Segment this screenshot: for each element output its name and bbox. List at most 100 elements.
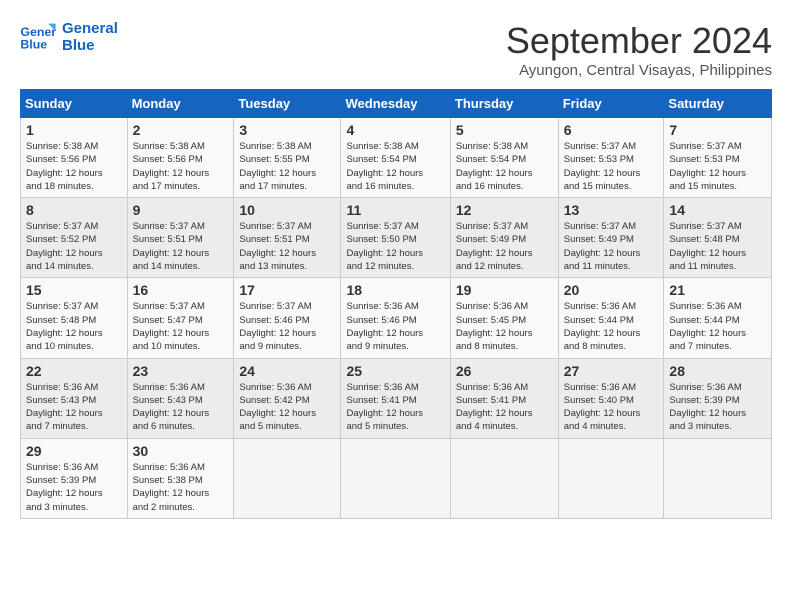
day-number: 16 (133, 282, 229, 298)
calendar-cell (341, 438, 450, 518)
day-info: Sunrise: 5:37 AM Sunset: 5:53 PM Dayligh… (564, 140, 659, 193)
header-friday: Friday (558, 90, 664, 118)
day-number: 10 (239, 202, 335, 218)
calendar-cell: 10Sunrise: 5:37 AM Sunset: 5:51 PM Dayli… (234, 198, 341, 278)
day-info: Sunrise: 5:36 AM Sunset: 5:46 PM Dayligh… (346, 300, 444, 353)
day-info: Sunrise: 5:37 AM Sunset: 5:53 PM Dayligh… (669, 140, 766, 193)
calendar-cell: 4 Sunrise: 5:38 AM Sunset: 5:54 PM Daylig… (341, 118, 450, 198)
logo-icon: General Blue (20, 22, 56, 52)
day-info: Sunrise: 5:37 AM Sunset: 5:46 PM Dayligh… (239, 300, 335, 353)
header: General Blue General Blue September 2024… (20, 20, 772, 79)
calendar-cell: 22Sunrise: 5:36 AM Sunset: 5:43 PM Dayli… (21, 358, 128, 438)
day-info: Sunrise: 5:36 AM Sunset: 5:41 PM Dayligh… (456, 381, 553, 434)
calendar-cell: 20 Sunrise: 5:36 AM Sunset: 5:44 PM Dayli… (558, 278, 664, 358)
day-number: 20 (564, 282, 659, 298)
day-number: 18 (346, 282, 444, 298)
day-number: 19 (456, 282, 553, 298)
calendar-cell: 5Sunrise: 5:38 AM Sunset: 5:54 PM Daylig… (450, 118, 558, 198)
calendar-cell: 26 Sunrise: 5:36 AM Sunset: 5:41 PM Dayli… (450, 358, 558, 438)
day-info: Sunrise: 5:37 AM Sunset: 5:48 PM Dayligh… (669, 220, 766, 273)
day-number: 28 (669, 363, 766, 379)
header-monday: Monday (127, 90, 234, 118)
calendar-week-2: 15Sunrise: 5:37 AM Sunset: 5:48 PM Dayli… (21, 278, 772, 358)
day-number: 30 (133, 443, 229, 459)
day-info: Sunrise: 5:36 AM Sunset: 5:43 PM Dayligh… (26, 381, 122, 434)
svg-text:Blue: Blue (20, 37, 47, 51)
day-info: Sunrise: 5:37 AM Sunset: 5:51 PM Dayligh… (133, 220, 229, 273)
calendar-cell: 23 Sunrise: 5:36 AM Sunset: 5:43 PM Dayli… (127, 358, 234, 438)
day-info: Sunrise: 5:38 AM Sunset: 5:56 PM Dayligh… (26, 140, 122, 193)
day-number: 23 (133, 363, 229, 379)
day-info: Sunrise: 5:37 AM Sunset: 5:47 PM Dayligh… (133, 300, 229, 353)
calendar-cell: 11 Sunrise: 5:37 AM Sunset: 5:50 PM Dayli… (341, 198, 450, 278)
calendar-cell (558, 438, 664, 518)
day-number: 26 (456, 363, 553, 379)
day-info: Sunrise: 5:36 AM Sunset: 5:39 PM Dayligh… (26, 461, 122, 514)
day-number: 8 (26, 202, 122, 218)
header-sunday: Sunday (21, 90, 128, 118)
day-number: 27 (564, 363, 659, 379)
logo: General Blue General Blue (20, 20, 118, 54)
calendar-cell: 28 Sunrise: 5:36 AM Sunset: 5:39 PM Dayli… (664, 358, 772, 438)
day-number: 11 (346, 202, 444, 218)
header-saturday: Saturday (664, 90, 772, 118)
calendar-week-0: 1 Sunrise: 5:38 AM Sunset: 5:56 PM Daylig… (21, 118, 772, 198)
calendar-cell: 7 Sunrise: 5:37 AM Sunset: 5:53 PM Daylig… (664, 118, 772, 198)
calendar-cell: 12Sunrise: 5:37 AM Sunset: 5:49 PM Dayli… (450, 198, 558, 278)
calendar-cell: 27Sunrise: 5:36 AM Sunset: 5:40 PM Dayli… (558, 358, 664, 438)
day-info: Sunrise: 5:36 AM Sunset: 5:44 PM Dayligh… (564, 300, 659, 353)
day-info: Sunrise: 5:36 AM Sunset: 5:42 PM Dayligh… (239, 381, 335, 434)
calendar-cell (664, 438, 772, 518)
calendar-cell: 16 Sunrise: 5:37 AM Sunset: 5:47 PM Dayli… (127, 278, 234, 358)
day-info: Sunrise: 5:36 AM Sunset: 5:38 PM Dayligh… (133, 461, 229, 514)
day-info: Sunrise: 5:37 AM Sunset: 5:49 PM Dayligh… (456, 220, 553, 273)
day-number: 7 (669, 122, 766, 138)
day-info: Sunrise: 5:37 AM Sunset: 5:52 PM Dayligh… (26, 220, 122, 273)
calendar-cell: 29 Sunrise: 5:36 AM Sunset: 5:39 PM Dayli… (21, 438, 128, 518)
day-info: Sunrise: 5:36 AM Sunset: 5:45 PM Dayligh… (456, 300, 553, 353)
day-number: 25 (346, 363, 444, 379)
calendar-cell: 18 Sunrise: 5:36 AM Sunset: 5:46 PM Dayli… (341, 278, 450, 358)
day-info: Sunrise: 5:37 AM Sunset: 5:48 PM Dayligh… (26, 300, 122, 353)
calendar-cell (234, 438, 341, 518)
day-number: 4 (346, 122, 444, 138)
day-info: Sunrise: 5:37 AM Sunset: 5:50 PM Dayligh… (346, 220, 444, 273)
calendar-cell: 15Sunrise: 5:37 AM Sunset: 5:48 PM Dayli… (21, 278, 128, 358)
calendar-cell: 14 Sunrise: 5:37 AM Sunset: 5:48 PM Dayli… (664, 198, 772, 278)
calendar-cell: 1 Sunrise: 5:38 AM Sunset: 5:56 PM Daylig… (21, 118, 128, 198)
day-number: 29 (26, 443, 122, 459)
calendar-cell: 13Sunrise: 5:37 AM Sunset: 5:49 PM Dayli… (558, 198, 664, 278)
day-number: 9 (133, 202, 229, 218)
calendar-week-3: 22Sunrise: 5:36 AM Sunset: 5:43 PM Dayli… (21, 358, 772, 438)
header-thursday: Thursday (450, 90, 558, 118)
day-number: 24 (239, 363, 335, 379)
calendar-cell: 21Sunrise: 5:36 AM Sunset: 5:44 PM Dayli… (664, 278, 772, 358)
calendar-cell: 30 Sunrise: 5:36 AM Sunset: 5:38 PM Dayli… (127, 438, 234, 518)
day-info: Sunrise: 5:38 AM Sunset: 5:54 PM Dayligh… (346, 140, 444, 193)
day-number: 14 (669, 202, 766, 218)
calendar-cell: 8 Sunrise: 5:37 AM Sunset: 5:52 PM Daylig… (21, 198, 128, 278)
day-number: 1 (26, 122, 122, 138)
logo-line2: Blue (62, 37, 118, 54)
day-info: Sunrise: 5:36 AM Sunset: 5:43 PM Dayligh… (133, 381, 229, 434)
day-number: 17 (239, 282, 335, 298)
calendar-cell: 17 Sunrise: 5:37 AM Sunset: 5:46 PM Dayli… (234, 278, 341, 358)
header-tuesday: Tuesday (234, 90, 341, 118)
day-number: 3 (239, 122, 335, 138)
day-info: Sunrise: 5:36 AM Sunset: 5:41 PM Dayligh… (346, 381, 444, 434)
day-info: Sunrise: 5:36 AM Sunset: 5:44 PM Dayligh… (669, 300, 766, 353)
calendar-cell (450, 438, 558, 518)
calendar-cell: 3Sunrise: 5:38 AM Sunset: 5:55 PM Daylig… (234, 118, 341, 198)
header-wednesday: Wednesday (341, 90, 450, 118)
day-info: Sunrise: 5:38 AM Sunset: 5:54 PM Dayligh… (456, 140, 553, 193)
day-info: Sunrise: 5:38 AM Sunset: 5:56 PM Dayligh… (133, 140, 229, 193)
calendar-cell: 2 Sunrise: 5:38 AM Sunset: 5:56 PM Daylig… (127, 118, 234, 198)
calendar-cell: 24 Sunrise: 5:36 AM Sunset: 5:42 PM Dayli… (234, 358, 341, 438)
day-info: Sunrise: 5:37 AM Sunset: 5:49 PM Dayligh… (564, 220, 659, 273)
day-info: Sunrise: 5:36 AM Sunset: 5:39 PM Dayligh… (669, 381, 766, 434)
calendar-cell: 6Sunrise: 5:37 AM Sunset: 5:53 PM Daylig… (558, 118, 664, 198)
calendar-cell: 25 Sunrise: 5:36 AM Sunset: 5:41 PM Dayli… (341, 358, 450, 438)
title-area: September 2024 Ayungon, Central Visayas,… (506, 20, 772, 79)
day-number: 2 (133, 122, 229, 138)
calendar-table: Sunday Monday Tuesday Wednesday Thursday… (20, 89, 772, 519)
